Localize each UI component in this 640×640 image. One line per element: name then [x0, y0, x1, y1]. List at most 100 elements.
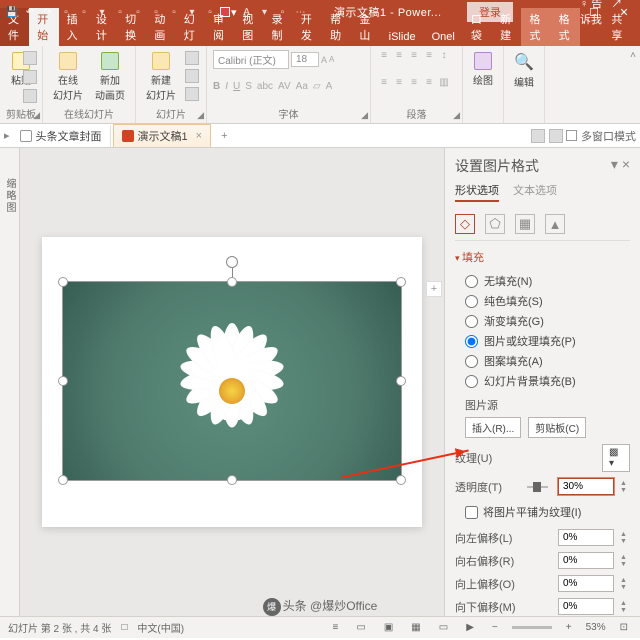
transparency-input[interactable]: [558, 478, 614, 495]
layout-icon[interactable]: [185, 51, 199, 65]
comments-icon[interactable]: ▭: [352, 622, 369, 633]
cut-icon[interactable]: [23, 51, 37, 65]
section-fill[interactable]: 填充: [455, 249, 630, 265]
resize-handle[interactable]: [396, 475, 406, 485]
qat-icon[interactable]: ▫: [58, 4, 74, 20]
rotate-handle[interactable]: [226, 256, 238, 268]
new-anim-button[interactable]: 新加 动画页: [91, 50, 129, 104]
radio-slidebg-fill[interactable]: 幻灯片背景填充(B): [455, 371, 630, 391]
close-tab-icon[interactable]: ×: [196, 130, 202, 142]
format-painter-icon[interactable]: [23, 89, 37, 103]
radio-picture-fill[interactable]: 图片或纹理填充(P): [455, 331, 630, 351]
multiwin-toggle[interactable]: 多窗口模式: [566, 128, 636, 144]
spinner[interactable]: ▲▼: [620, 554, 630, 568]
spinner[interactable]: ▲▼: [620, 577, 630, 591]
resize-handle[interactable]: [396, 376, 406, 386]
texture-picker[interactable]: ▩ ▾: [602, 444, 630, 472]
tell-me[interactable]: ♀ 告诉我: [580, 0, 605, 43]
pane-close-icon[interactable]: ▾ ×: [611, 156, 630, 176]
qat-icon[interactable]: ▫: [202, 4, 218, 20]
slide-canvas[interactable]: +: [20, 148, 444, 616]
transparency-slider[interactable]: [527, 486, 548, 488]
tab-help[interactable]: 帮助: [322, 8, 351, 46]
subtab-text[interactable]: 文本选项: [513, 182, 557, 202]
resize-handle[interactable]: [227, 475, 237, 485]
fit-icon[interactable]: ⊡: [616, 622, 632, 633]
case-icon[interactable]: Aa: [296, 81, 308, 92]
qat-dropdown-icon[interactable]: ▾: [257, 4, 273, 20]
qat-icon[interactable]: ▫: [148, 4, 164, 20]
tab-new[interactable]: 新建: [492, 8, 521, 46]
clipboard-button[interactable]: 剪贴板(C): [528, 417, 586, 438]
resize-handle[interactable]: [58, 376, 68, 386]
effects-icon[interactable]: ⬠: [485, 214, 505, 234]
normal-view-icon[interactable]: ▣: [380, 622, 397, 633]
spinner[interactable]: ▲▼: [620, 480, 630, 494]
dialog-launcher-icon[interactable]: ◢: [361, 110, 368, 121]
language-indicator[interactable]: 中文(中国): [137, 620, 184, 635]
tab-pocket[interactable]: 口袋: [463, 8, 492, 46]
qat-dropdown-icon[interactable]: ▾: [184, 4, 200, 20]
qat-icon[interactable]: ▫: [76, 4, 92, 20]
section-icon[interactable]: [185, 87, 199, 101]
slideshow-icon[interactable]: ▶: [462, 622, 478, 633]
indent-icon[interactable]: ≡: [407, 50, 421, 64]
notes-icon[interactable]: ≡: [329, 622, 343, 633]
tab-format2[interactable]: 格式: [551, 8, 580, 46]
resize-handle[interactable]: [227, 277, 237, 287]
reset-icon[interactable]: [185, 69, 199, 83]
outdent-icon[interactable]: ≡: [422, 50, 436, 64]
picture-icon[interactable]: ▲: [545, 214, 565, 234]
tile-checkbox[interactable]: 将图片平铺为纹理(I): [455, 501, 630, 523]
thumbnail-bar[interactable]: 缩略图: [0, 148, 20, 616]
radio-gradient-fill[interactable]: 渐变填充(G): [455, 311, 630, 331]
doctab-2[interactable]: 演示文稿1×: [113, 124, 212, 147]
collapse-ribbon-icon[interactable]: ˄: [630, 50, 636, 61]
dialog-launcher-icon[interactable]: ◢: [453, 110, 460, 121]
redo-icon[interactable]: ↷: [40, 4, 56, 20]
doctab-1[interactable]: 头条文章封面: [12, 125, 111, 147]
font-size-input[interactable]: 18: [291, 52, 319, 67]
resize-handle[interactable]: [396, 277, 406, 287]
qat-icon[interactable]: ▫: [112, 4, 128, 20]
columns-icon[interactable]: ▥: [437, 77, 451, 91]
bold-icon[interactable]: B: [213, 81, 220, 92]
reading-view-icon[interactable]: ▭: [435, 622, 452, 633]
dialog-launcher-icon[interactable]: ◢: [33, 110, 40, 121]
highlight-icon[interactable]: ▱: [313, 81, 321, 92]
spacing-icon[interactable]: AV: [278, 81, 291, 92]
qat-dropdown-icon[interactable]: ▾: [94, 4, 110, 20]
resize-handle[interactable]: [58, 277, 68, 287]
share-button[interactable]: ↗ 共享: [611, 0, 632, 43]
shadow-icon[interactable]: S: [245, 81, 252, 92]
align-center-icon[interactable]: ≡: [392, 77, 406, 91]
dialog-launcher-icon[interactable]: ◢: [197, 110, 204, 121]
zoom-in-icon[interactable]: +: [562, 622, 576, 633]
zoom-slider[interactable]: [512, 626, 552, 629]
tab-islide[interactable]: iSlide: [381, 28, 424, 46]
strike-icon[interactable]: abc: [257, 81, 273, 92]
font-name-input[interactable]: Calibri (正文): [213, 50, 289, 69]
align-left-icon[interactable]: ≡: [377, 77, 391, 91]
new-tab-icon[interactable]: +: [213, 130, 235, 142]
picture-object[interactable]: [62, 281, 402, 481]
numbering-icon[interactable]: ≡: [392, 50, 406, 64]
shrink-font-icon[interactable]: A: [329, 55, 334, 64]
offset-left-input[interactable]: [558, 529, 614, 546]
edit-button[interactable]: 🔍编辑: [510, 50, 538, 91]
doctab-icon[interactable]: [549, 129, 563, 143]
font-color-icon[interactable]: A: [326, 81, 333, 92]
radio-no-fill[interactable]: 无填充(N): [455, 271, 630, 291]
italic-icon[interactable]: I: [225, 81, 228, 92]
online-slides-button[interactable]: 在线 幻灯片: [49, 50, 87, 104]
undo-icon[interactable]: ↶: [22, 4, 38, 20]
bullets-icon[interactable]: ≡: [377, 50, 391, 64]
new-slide-button[interactable]: 新建 幻灯片: [142, 50, 180, 104]
tab-onekey[interactable]: Onel: [424, 28, 463, 46]
doctab-icon[interactable]: [531, 129, 545, 143]
qat-icon[interactable]: ▫: [130, 4, 146, 20]
size-icon[interactable]: ▦: [515, 214, 535, 234]
font-color-icon[interactable]: A: [239, 4, 255, 20]
offset-right-input[interactable]: [558, 552, 614, 569]
subtab-shape[interactable]: 形状选项: [455, 182, 499, 202]
